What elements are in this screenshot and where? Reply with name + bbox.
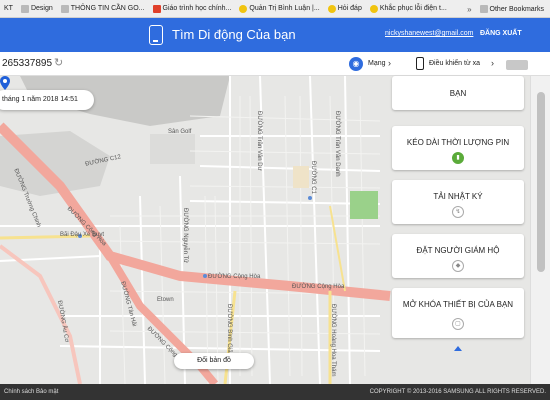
bookmarks-bar: KT Design THÔNG TIN CẦN GO... Giáo trình… bbox=[0, 0, 550, 18]
bookmark-design[interactable]: Design bbox=[17, 4, 57, 13]
change-map-button[interactable]: Đổi bản đồ bbox=[174, 353, 254, 369]
scrollbar-thumb[interactable] bbox=[537, 92, 545, 272]
feature-card-label: BẠN bbox=[449, 89, 467, 98]
map-area bbox=[293, 166, 309, 188]
folder-icon bbox=[60, 4, 69, 13]
place-label: Bãi Đậu Xe Buyt bbox=[60, 232, 105, 238]
phone-logo-icon bbox=[149, 25, 163, 45]
page-scrollbar[interactable] bbox=[530, 76, 550, 384]
feature-card[interactable]: BẠN bbox=[392, 76, 524, 110]
street-label: ĐƯỜNG Nguyễn Tử bbox=[182, 208, 188, 264]
street-label: ĐƯỜNG Hoàng Hoa Thám bbox=[330, 304, 336, 377]
feature-card-unlock-device[interactable]: MỞ KHÓA THIẾT BỊ CỦA BẠN ▢ bbox=[392, 288, 524, 338]
feature-card-label: ĐẶT NGƯỜI GIÁM HỘ bbox=[416, 246, 500, 255]
bookmark-label: THÔNG TIN CẦN GO... bbox=[70, 5, 145, 12]
network-label[interactable]: Mạng bbox=[368, 60, 386, 67]
feature-card-label: MỞ KHÓA THIẾT BỊ CỦA BẠN bbox=[402, 300, 514, 309]
feature-card-download-log[interactable]: TẢI NHẬT KÝ ↯ bbox=[392, 180, 524, 224]
street-label: ĐƯỜNG Trần Văn Dư bbox=[256, 111, 262, 171]
page-title: Tìm Di động Của bạn bbox=[172, 27, 296, 42]
bookmark-label: Hỏi đáp bbox=[337, 5, 362, 12]
map-area bbox=[150, 134, 195, 164]
place-label: Etown bbox=[157, 297, 174, 303]
bookmark-khac-phuc[interactable]: Khắc phục lỗi điện t... bbox=[366, 4, 451, 13]
chevron-right-icon[interactable]: › bbox=[388, 58, 391, 68]
bookmark-thong-tin[interactable]: THÔNG TIN CẦN GO... bbox=[57, 4, 149, 13]
street-label: ĐƯỜNG Bình Giã bbox=[226, 304, 232, 353]
remote-phone-icon[interactable] bbox=[416, 57, 424, 70]
street-label: ĐƯỜNG Cộng Hòa bbox=[292, 284, 345, 290]
bookmark-hoi-dap[interactable]: Hỏi đáp bbox=[324, 4, 366, 13]
feature-card-extend-battery[interactable]: KÉO DÀI THỜI LƯỢNG PIN ▮ bbox=[392, 126, 524, 170]
bookmark-other[interactable]: Other Bookmarks bbox=[476, 5, 548, 13]
logout-button[interactable]: ĐĂNG XUẤT bbox=[480, 30, 522, 37]
log-icon: ↯ bbox=[452, 206, 464, 218]
chevron-double-right-icon[interactable]: » bbox=[467, 5, 471, 14]
street-label: ĐƯỜNG Trần Văn Danh bbox=[334, 111, 340, 177]
folder-icon bbox=[20, 4, 29, 13]
bookmark-icon bbox=[152, 4, 161, 13]
feature-card-set-guardian[interactable]: ĐẶT NGƯỜI GIÁM HỘ ◆ bbox=[392, 234, 524, 278]
bookmark-label: Giáo trình học chính... bbox=[162, 5, 232, 12]
bookmark-label: Khắc phục lỗi điện t... bbox=[379, 5, 447, 12]
feature-panel: BẠN KÉO DÀI THỜI LƯỢNG PIN ▮ TẢI NHẬT KÝ… bbox=[388, 76, 528, 358]
bookmark-icon bbox=[327, 4, 336, 13]
bookmark-icon bbox=[239, 4, 248, 13]
device-toolbar: 265337895 ↻ ◉ Mạng › Điều khiển từ xa › bbox=[0, 52, 550, 76]
guardian-icon: ◆ bbox=[452, 260, 464, 272]
folder-icon bbox=[479, 5, 488, 13]
device-phone-number: 265337895 bbox=[2, 58, 53, 69]
bookmark-icon bbox=[369, 4, 378, 13]
map-poi bbox=[308, 196, 312, 200]
bookmark-label: Other Bookmarks bbox=[489, 5, 544, 13]
account-email-link[interactable]: nickyshanewest@gmail.com bbox=[385, 30, 473, 37]
scroll-up-arrow-icon[interactable] bbox=[454, 346, 462, 351]
bookmark-label: KT bbox=[4, 5, 13, 12]
feature-card-label: KÉO DÀI THỜI LƯỢNG PIN bbox=[406, 138, 510, 147]
battery-icon: ▮ bbox=[452, 152, 464, 164]
bookmark-quan-tri[interactable]: Quản Trị Bình Luận |... bbox=[235, 4, 323, 13]
map-streets bbox=[0, 76, 381, 384]
feature-card-label: TẢI NHẬT KÝ bbox=[433, 192, 483, 201]
map-park bbox=[350, 191, 378, 219]
refresh-icon[interactable]: ↻ bbox=[54, 56, 63, 69]
bookmark-giao-trinh[interactable]: Giáo trình học chính... bbox=[149, 4, 236, 13]
copyright-text: COPYRIGHT © 2013-2016 SAMSUNG ALL RIGHTS… bbox=[369, 389, 546, 395]
page-footer: Chính sách Bảo mật COPYRIGHT © 2013-2016… bbox=[0, 384, 550, 400]
map-poi bbox=[203, 274, 207, 278]
bookmark-label: Quản Trị Bình Luận |... bbox=[249, 5, 320, 12]
remote-control-label[interactable]: Điều khiển từ xa bbox=[429, 60, 480, 67]
unlock-icon: ▢ bbox=[452, 318, 464, 330]
bookmark-kt[interactable]: KT bbox=[0, 5, 17, 12]
privacy-policy-link[interactable]: Chính sách Bảo mật bbox=[4, 389, 58, 395]
location-timestamp: tháng 1 năm 2018 14:51 bbox=[0, 90, 94, 110]
device-thumbnail[interactable] bbox=[506, 60, 528, 70]
app-header: Tìm Di động Của bạn nickyshanewest@gmail… bbox=[0, 18, 550, 52]
place-label: Sân Golf bbox=[168, 129, 192, 135]
chevron-right-icon[interactable]: › bbox=[491, 58, 494, 68]
bookmark-label: Design bbox=[30, 5, 53, 12]
street-label: ĐƯỜNG C1 bbox=[310, 161, 316, 194]
wifi-icon[interactable]: ◉ bbox=[349, 57, 363, 71]
street-label: ĐƯỜNG Cộng Hòa bbox=[208, 274, 261, 280]
location-pin-icon[interactable] bbox=[0, 76, 10, 90]
